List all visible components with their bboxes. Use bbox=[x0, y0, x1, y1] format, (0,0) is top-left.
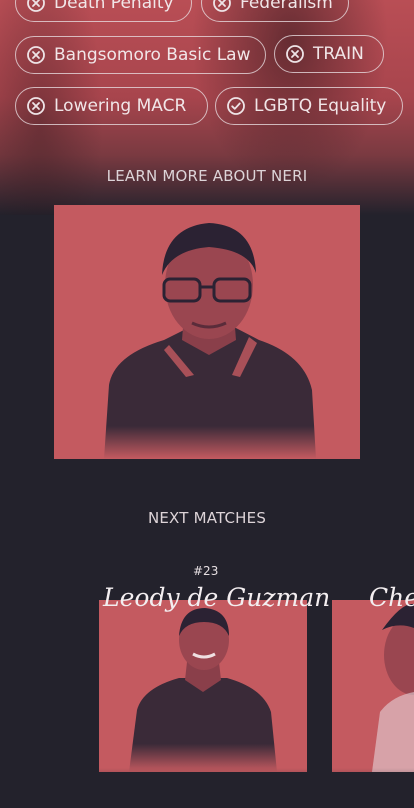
portrait-image bbox=[54, 205, 360, 459]
chip-lowering-macr[interactable]: Lowering MACR bbox=[15, 87, 208, 125]
chip-federalism[interactable]: Federalism bbox=[201, 0, 349, 22]
match-name: Leody de Guzman bbox=[103, 583, 331, 612]
next-matches-heading: NEXT MATCHES bbox=[147, 509, 267, 527]
chip-label: LGBTQ Equality bbox=[254, 96, 387, 116]
check-circle-icon bbox=[227, 97, 245, 115]
chip-bangsomoro-basic-law[interactable]: Bangsomoro Basic Law bbox=[15, 36, 266, 74]
match-card-photo-next[interactable] bbox=[332, 600, 414, 772]
match-rank: #23 bbox=[193, 564, 219, 578]
x-circle-icon bbox=[213, 0, 231, 12]
x-circle-icon bbox=[27, 0, 45, 12]
bottom-fade bbox=[0, 768, 414, 808]
chip-label: Lowering MACR bbox=[54, 96, 187, 116]
chip-lgbtq-equality[interactable]: LGBTQ Equality bbox=[215, 87, 403, 125]
match-card-photo[interactable] bbox=[99, 600, 307, 772]
chip-label: Federalism bbox=[240, 0, 333, 13]
portrait-image bbox=[332, 600, 414, 772]
chip-death-penalty[interactable]: Death Penalty bbox=[15, 0, 192, 22]
chip-label: TRAIN bbox=[313, 44, 364, 64]
x-circle-icon bbox=[286, 45, 304, 63]
x-circle-icon bbox=[27, 97, 45, 115]
chip-train[interactable]: TRAIN bbox=[274, 35, 384, 73]
learn-more-heading: LEARN MORE ABOUT NERI bbox=[106, 167, 308, 185]
candidate-photo[interactable] bbox=[54, 205, 360, 459]
match-name-next: Chel bbox=[369, 583, 414, 612]
chip-label: Bangsomoro Basic Law bbox=[54, 45, 251, 65]
x-circle-icon bbox=[27, 46, 45, 64]
portrait-image bbox=[99, 600, 307, 772]
chip-label: Death Penalty bbox=[54, 0, 174, 13]
